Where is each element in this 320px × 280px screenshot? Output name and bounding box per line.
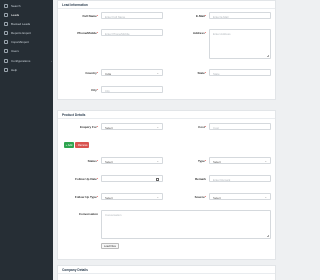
gear-icon [4,59,8,63]
remove-product-button[interactable]: - Remove [75,142,89,148]
sidebar-item-booked-leads[interactable]: Booked Leads [4,21,30,27]
booked-icon [4,22,8,26]
country-label: Country* [85,71,98,75]
lead-information-title: Lead Information [62,3,88,7]
enquiry-for-label: Enquiry For* [79,125,98,129]
sidebar-item-label: Users [11,49,19,53]
address-textarea[interactable]: Enter Address [209,29,271,59]
address-label: Address* [192,31,206,35]
type-label: Type* [198,159,206,163]
sidebar-item-leads[interactable]: Leads [4,12,19,18]
chevron-down-icon: ⌄ [264,195,267,199]
chevron-down-icon: ⌄ [156,71,159,75]
email-input[interactable]: Enter E-Mail [209,12,271,19]
sidebar-item-search[interactable]: Search [4,3,21,9]
sidebar-item-label: Leads [11,13,20,17]
chevron-down-icon: ⌄ [156,125,159,129]
conversation-textarea[interactable]: Conversation [101,210,271,239]
phone-input[interactable]: Enter Phone/Mobile [101,29,163,36]
email-label: E-Mail* [195,14,206,18]
card-header: Product Details [58,111,275,119]
product-details-title: Product Details [62,113,86,117]
add-product-button[interactable]: + Add [64,142,74,148]
search-icon [4,4,8,8]
leads-icon [4,13,8,17]
remark-input[interactable]: Enter Remark [209,175,271,182]
users-icon [4,49,8,53]
sidebar-item-label: Configurations [11,59,31,63]
product-details-card: Product Details Enquiry For* Select ⌄ Co… [57,110,276,260]
company-details-title: Company Details [62,268,88,272]
resize-handle-icon[interactable] [267,55,269,57]
resize-handle-icon[interactable] [267,235,269,237]
report-icon [4,31,8,35]
sidebar-item-label: Help [11,68,18,72]
lead-information-card: Lead Information Full Name* Enter Full N… [57,0,276,100]
city-label: City* [91,88,98,92]
source-label: Source* [194,195,206,199]
phone-label: Phone/Mobile* [77,31,98,35]
status-label: Status* [87,159,98,163]
card-header: Lead Information [58,1,275,9]
source-select[interactable]: Select ⌄ [209,193,271,200]
chevron-right-icon: › [51,59,52,63]
help-icon [4,68,8,72]
company-details-card: Company Details [57,265,276,280]
import-icon [4,40,8,44]
state-label: State* [197,71,206,75]
sidebar-item-users[interactable]: Users [4,48,19,54]
app: Search Leads Booked Leads Reports Export… [0,0,280,280]
sidebar-item-label: Reports Export [11,31,32,35]
conversation-label: Conversation [78,212,98,216]
sidebar: Search Leads Booked Leads Reports Export… [0,0,53,280]
sidebar-item-help[interactable]: Help [4,67,17,73]
calendar-icon[interactable] [156,177,159,181]
sidebar-item-configurations[interactable]: Configurations › [4,58,53,64]
chevron-down-icon: ⌄ [156,159,159,163]
type-select[interactable]: Select ⌄ [209,157,271,164]
state-input[interactable]: State [209,69,271,76]
main-content: Lead Information Full Name* Enter Full N… [53,0,280,280]
load-files-button[interactable]: Load Files [101,243,119,249]
sidebar-item-reports-export[interactable]: Reports Export [4,30,31,36]
remark-label: Remark [194,177,206,181]
sidebar-item-label: Booked Leads [11,22,31,26]
enquiry-for-select[interactable]: Select ⌄ [101,123,163,130]
full-name-label: Full Name* [82,14,98,18]
city-input[interactable]: City [101,86,163,93]
card-header: Company Details [58,266,275,274]
status-select[interactable]: Select ⌄ [101,157,163,164]
sidebar-item-label: Import/Export [11,40,30,44]
cost-label: Cost* [198,125,206,129]
cost-input[interactable]: Cost [209,123,271,130]
chevron-down-icon: ⌄ [156,195,159,199]
chevron-down-icon: ⌄ [264,159,267,163]
follow-up-date-label: Follow Up Date* [75,177,98,181]
country-select[interactable]: India ⌄ [101,69,163,76]
sidebar-item-label: Search [11,4,21,8]
follow-up-type-select[interactable]: Select ⌄ [101,193,163,200]
follow-up-date-input[interactable] [101,175,163,182]
sidebar-item-import-export[interactable]: Import/Export [4,39,29,45]
full-name-input[interactable]: Enter Full Name [101,12,163,19]
follow-up-type-label: Follow Up Type* [74,195,98,199]
